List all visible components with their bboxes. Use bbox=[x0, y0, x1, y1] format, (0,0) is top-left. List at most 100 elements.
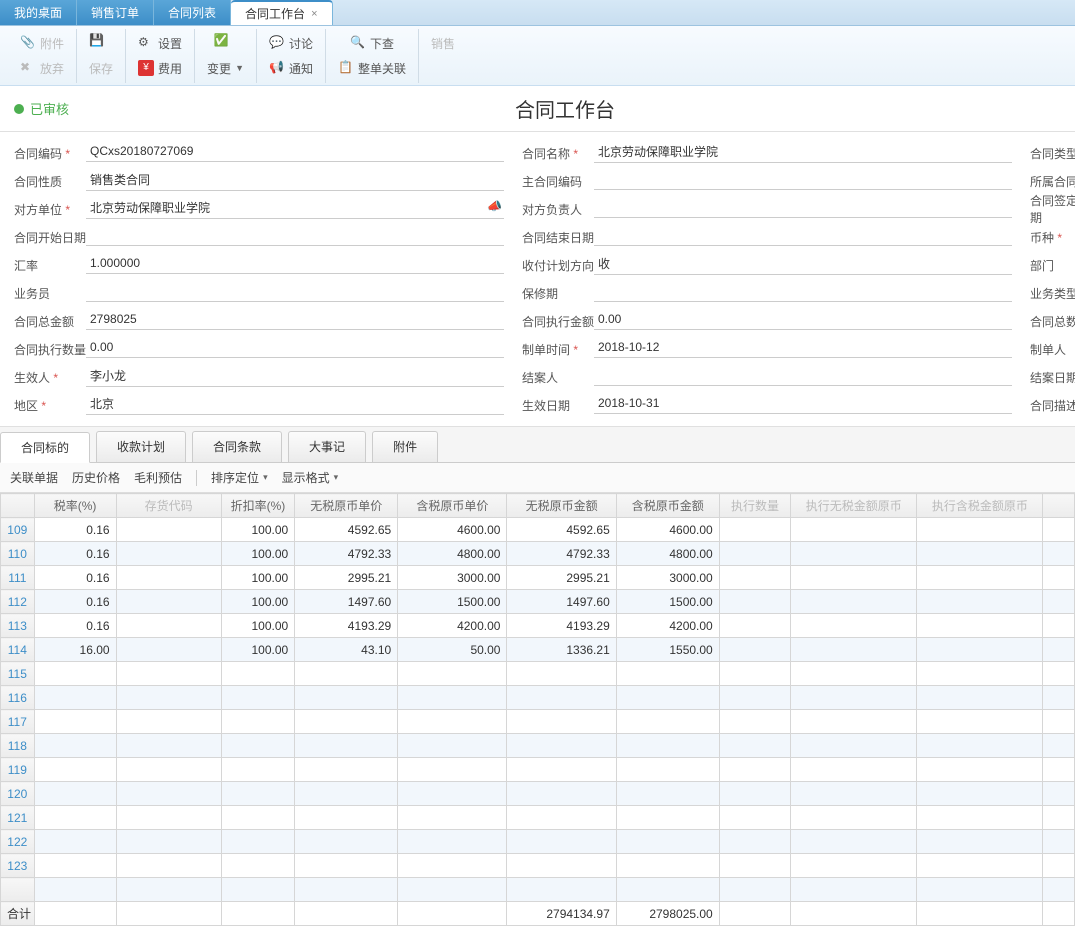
field-value[interactable] bbox=[594, 172, 1012, 190]
grid-cell[interactable] bbox=[34, 782, 116, 806]
row-number[interactable]: 109 bbox=[1, 518, 35, 542]
grid-cell[interactable] bbox=[719, 590, 790, 614]
grid-cell[interactable] bbox=[34, 710, 116, 734]
table-row[interactable]: 115 bbox=[1, 662, 1075, 686]
grid-cell[interactable] bbox=[719, 566, 790, 590]
table-row[interactable]: 123 bbox=[1, 854, 1075, 878]
table-row[interactable]: 1090.16100.004592.654600.004592.654600.0… bbox=[1, 518, 1075, 542]
field-value[interactable]: 0.00 bbox=[594, 312, 1012, 330]
grid-cell[interactable] bbox=[507, 758, 616, 782]
grid-header[interactable]: 含税原币单价 bbox=[398, 494, 507, 518]
field-value[interactable]: 2018-10-31 bbox=[594, 396, 1012, 414]
grid-cell[interactable] bbox=[791, 662, 917, 686]
grid-cell[interactable] bbox=[917, 686, 1043, 710]
grid-cell[interactable]: 100.00 bbox=[221, 566, 295, 590]
grid-cell[interactable] bbox=[507, 854, 616, 878]
field-value[interactable] bbox=[594, 368, 1012, 386]
grid-cell[interactable] bbox=[295, 806, 398, 830]
grid-header[interactable]: 存货代码 bbox=[116, 494, 221, 518]
grid-cell[interactable] bbox=[398, 806, 507, 830]
table-row[interactable]: 117 bbox=[1, 710, 1075, 734]
grid-cell[interactable] bbox=[719, 686, 790, 710]
grid-cell[interactable] bbox=[791, 830, 917, 854]
table-row[interactable]: 121 bbox=[1, 806, 1075, 830]
grid-cell[interactable] bbox=[616, 782, 719, 806]
grid-cell[interactable]: 100.00 bbox=[221, 638, 295, 662]
grid-cell[interactable] bbox=[719, 542, 790, 566]
grid-cell[interactable] bbox=[791, 614, 917, 638]
grid-cell[interactable] bbox=[791, 542, 917, 566]
grid-cell[interactable] bbox=[507, 662, 616, 686]
grid-cell[interactable] bbox=[917, 854, 1043, 878]
grid-cell[interactable] bbox=[507, 734, 616, 758]
row-number[interactable]: 115 bbox=[1, 662, 35, 686]
grid-cell[interactable] bbox=[398, 710, 507, 734]
grid-cell[interactable] bbox=[791, 518, 917, 542]
grid-cell[interactable]: 1497.60 bbox=[295, 590, 398, 614]
grid-cell[interactable] bbox=[719, 806, 790, 830]
grid-cell[interactable] bbox=[295, 854, 398, 878]
field-value[interactable]: 2018-10-12 bbox=[594, 340, 1012, 358]
grid-cell[interactable] bbox=[719, 662, 790, 686]
field-value[interactable]: 2798025 bbox=[86, 312, 504, 330]
grid-cell[interactable]: 1550.00 bbox=[616, 638, 719, 662]
grid-cell[interactable]: 0.16 bbox=[34, 590, 116, 614]
grid-cell[interactable] bbox=[507, 710, 616, 734]
table-row[interactable]: 1110.16100.002995.213000.002995.213000.0… bbox=[1, 566, 1075, 590]
grid-cell[interactable] bbox=[398, 854, 507, 878]
sub-tab-1[interactable]: 收款计划 bbox=[96, 431, 186, 462]
grid-cell[interactable] bbox=[221, 806, 295, 830]
grid-cell[interactable] bbox=[221, 710, 295, 734]
grid-header[interactable]: 执行数量 bbox=[719, 494, 790, 518]
grid-cell[interactable] bbox=[616, 806, 719, 830]
grid-cell[interactable] bbox=[398, 830, 507, 854]
top-tab-1[interactable]: 销售订单 bbox=[77, 0, 154, 25]
grid-cell[interactable] bbox=[295, 782, 398, 806]
row-number[interactable]: 118 bbox=[1, 734, 35, 758]
grid-cell[interactable]: 0.16 bbox=[34, 614, 116, 638]
field-value[interactable]: 收 bbox=[594, 255, 1012, 275]
grid-cell[interactable] bbox=[719, 758, 790, 782]
field-value[interactable] bbox=[594, 200, 1012, 218]
grid-cell[interactable] bbox=[116, 782, 221, 806]
sub-tab-0[interactable]: 合同标的 bbox=[0, 432, 90, 463]
grid-cell[interactable] bbox=[34, 662, 116, 686]
grid-cell[interactable] bbox=[34, 686, 116, 710]
row-number[interactable]: 110 bbox=[1, 542, 35, 566]
grid-toolbar-btn-0[interactable]: 关联单据 bbox=[10, 469, 58, 486]
table-row[interactable]: 11416.00100.0043.1050.001336.211550.00 bbox=[1, 638, 1075, 662]
grid-cell[interactable] bbox=[116, 614, 221, 638]
grid-cell[interactable] bbox=[917, 662, 1043, 686]
top-tab-3[interactable]: 合同工作台× bbox=[231, 0, 332, 25]
grid-cell[interactable] bbox=[116, 662, 221, 686]
grid-cell[interactable] bbox=[791, 590, 917, 614]
grid-cell[interactable]: 4600.00 bbox=[616, 518, 719, 542]
grid-cell[interactable] bbox=[116, 638, 221, 662]
grid-cell[interactable]: 4592.65 bbox=[295, 518, 398, 542]
grid-cell[interactable]: 4800.00 bbox=[398, 542, 507, 566]
grid-cell[interactable] bbox=[34, 806, 116, 830]
grid-cell[interactable]: 4792.33 bbox=[295, 542, 398, 566]
grid-toolbar-btn-3[interactable]: 排序定位▾ bbox=[211, 469, 268, 486]
grid-cell[interactable] bbox=[398, 734, 507, 758]
grid-toolbar-btn-4[interactable]: 显示格式▾ bbox=[282, 469, 339, 486]
drill-down-button[interactable]: 🔍下查 bbox=[346, 33, 398, 54]
grid-cell[interactable] bbox=[791, 686, 917, 710]
grid-header[interactable]: 折扣率(%) bbox=[221, 494, 295, 518]
field-value[interactable]: QCxs20180727069 bbox=[86, 144, 504, 162]
grid-cell[interactable] bbox=[917, 518, 1043, 542]
grid-cell[interactable]: 4792.33 bbox=[507, 542, 616, 566]
grid-header[interactable]: 执行无税金额原币 bbox=[791, 494, 917, 518]
grid-cell[interactable]: 4193.29 bbox=[295, 614, 398, 638]
grid-cell[interactable] bbox=[917, 614, 1043, 638]
grid-cell[interactable] bbox=[221, 758, 295, 782]
grid-cell[interactable] bbox=[295, 758, 398, 782]
grid-cell[interactable] bbox=[917, 758, 1043, 782]
grid-cell[interactable]: 100.00 bbox=[221, 518, 295, 542]
grid-cell[interactable]: 4200.00 bbox=[616, 614, 719, 638]
grid-cell[interactable] bbox=[791, 854, 917, 878]
table-row[interactable]: 1100.16100.004792.334800.004792.334800.0… bbox=[1, 542, 1075, 566]
grid-cell[interactable]: 0.16 bbox=[34, 566, 116, 590]
grid-cell[interactable] bbox=[917, 542, 1043, 566]
grid-cell[interactable]: 100.00 bbox=[221, 614, 295, 638]
